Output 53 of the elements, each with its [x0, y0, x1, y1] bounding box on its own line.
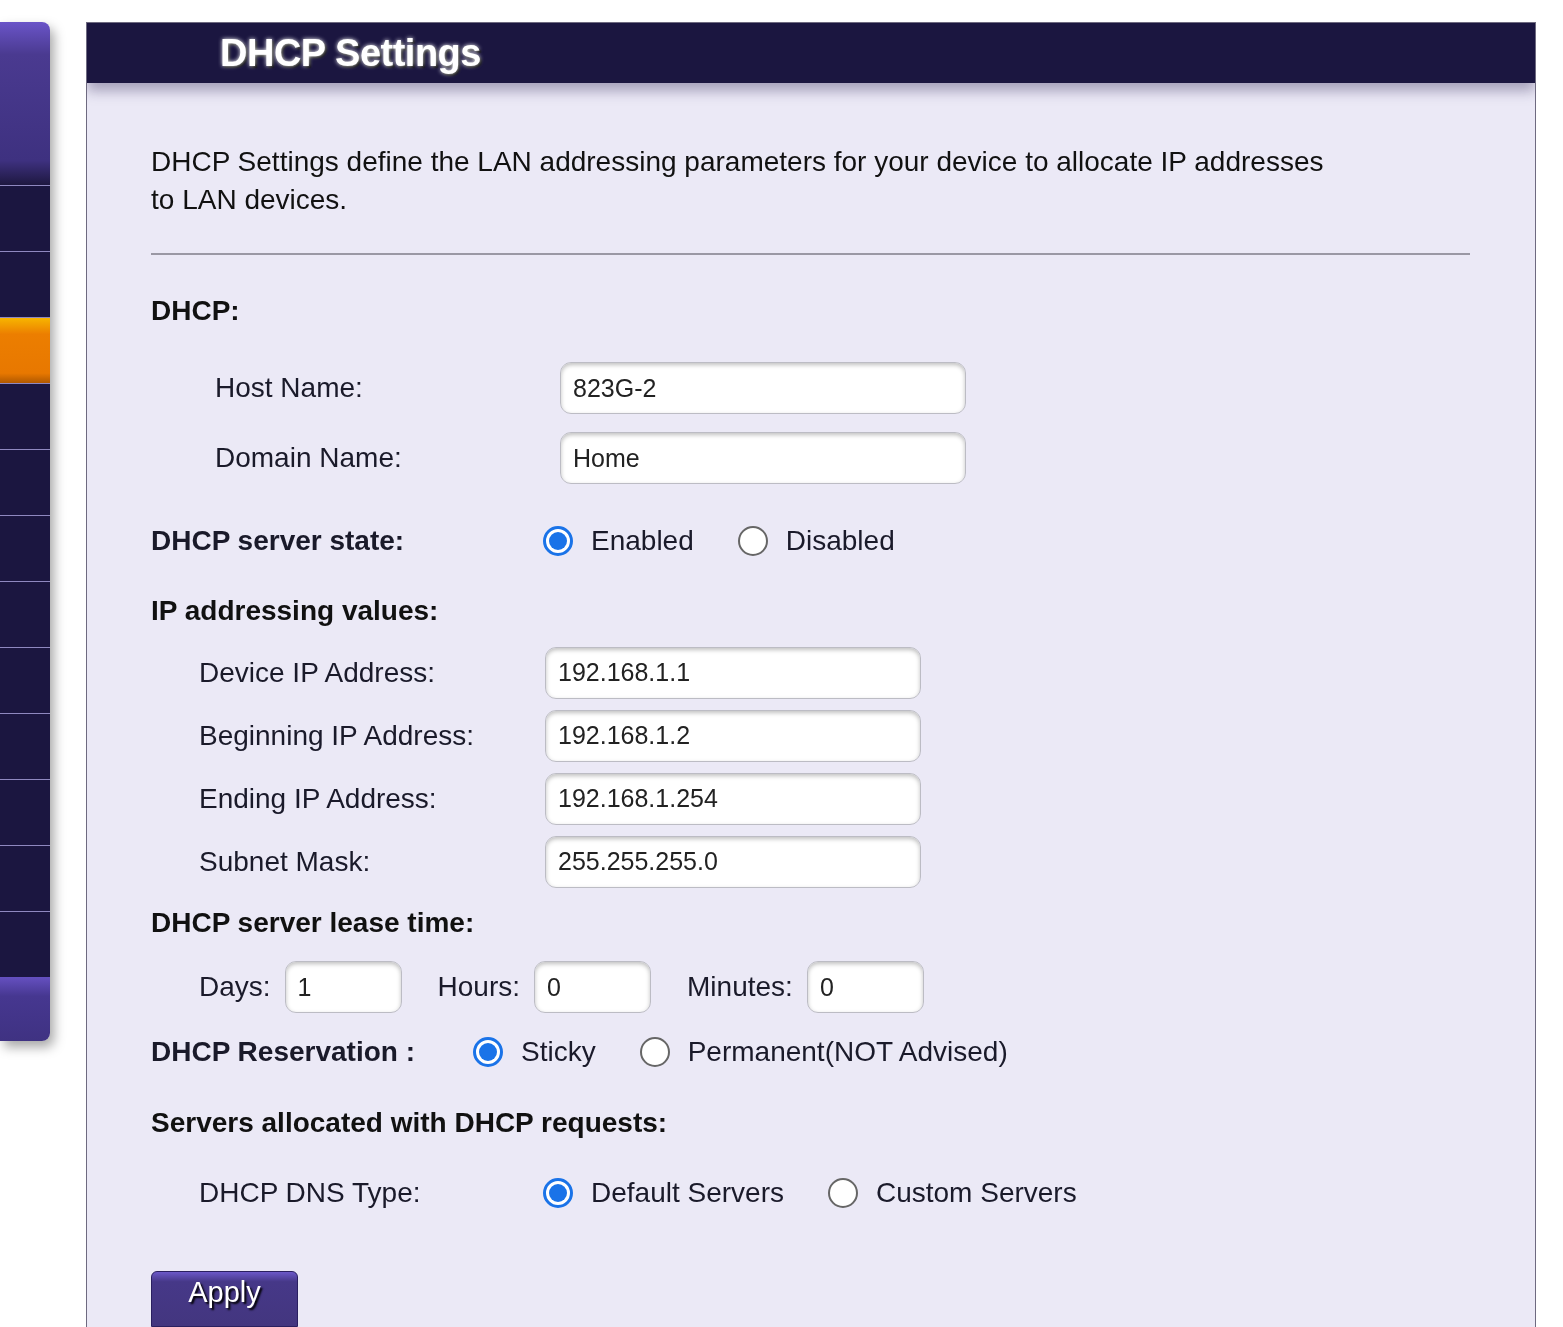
option-label[interactable]: Permanent(NOT Advised)	[687, 1036, 1008, 1068]
input-field[interactable]: 192.168.1.254	[545, 772, 921, 825]
field-label: Hours:	[437, 971, 521, 1003]
field-label: Ending IP Address:	[199, 782, 438, 815]
input-field[interactable]: 192.168.1.1	[545, 646, 921, 699]
menu-item[interactable]	[0, 515, 50, 581]
field-label: Minutes:	[687, 971, 793, 1003]
input-field[interactable]: 192.168.1.2	[545, 709, 921, 762]
input-field[interactable]: 1	[284, 961, 402, 1013]
menu-item[interactable]	[0, 647, 50, 713]
option-label[interactable]: Disabled	[785, 525, 895, 557]
menu-item[interactable]	[0, 713, 50, 779]
field-label: Host Name:	[215, 372, 364, 404]
menu-item[interactable]	[0, 383, 50, 449]
option-label[interactable]: Enabled	[591, 525, 694, 557]
radio-button[interactable]	[639, 1037, 670, 1067]
apply-button[interactable]: Apply	[151, 1271, 298, 1327]
option-label[interactable]: Sticky	[521, 1036, 596, 1068]
field-label: Subnet Mask:	[199, 845, 372, 878]
radio-button[interactable]	[543, 526, 573, 556]
menu-item[interactable]	[0, 185, 50, 251]
input-field[interactable]: 0	[534, 961, 652, 1013]
section-heading: DHCP server state:	[151, 525, 406, 557]
section-heading: DHCP server lease time:	[151, 906, 476, 940]
radio-button[interactable]	[737, 526, 768, 556]
input-field[interactable]: 0	[806, 961, 924, 1013]
option-label[interactable]: Default Servers	[591, 1177, 784, 1209]
field-label: Device IP Address:	[199, 656, 437, 689]
menu-item[interactable]	[0, 845, 50, 911]
field-label: DHCP DNS Type:	[199, 1177, 422, 1209]
field-label: Domain Name:	[215, 442, 403, 474]
menu-item[interactable]	[0, 251, 50, 317]
option-label[interactable]: Custom Servers	[875, 1177, 1077, 1209]
menu-item[interactable]	[0, 581, 50, 647]
input-field[interactable]: 255.255.255.0	[545, 835, 921, 888]
radio-button[interactable]	[473, 1037, 503, 1067]
field-label: Days:	[199, 971, 271, 1003]
section-heading: Servers allocated with DHCP requests:	[151, 1106, 669, 1140]
panel-title: DHCP Settings	[220, 31, 481, 75]
input-field[interactable]: 823G-2	[560, 362, 966, 414]
description-text: DHCP Settings define the LAN addressing parameters for your device to allocate IP addresses to LAN devices.	[151, 145, 1325, 217]
field-label: Beginning IP Address:	[199, 719, 475, 752]
menu-item[interactable]	[0, 449, 50, 515]
section-heading: IP addressing values:	[151, 594, 440, 628]
radio-button[interactable]	[543, 1178, 573, 1208]
input-field[interactable]: Home	[560, 432, 966, 484]
menu-item[interactable]	[0, 779, 50, 845]
menu-footer	[0, 977, 50, 1041]
section-heading: DHCP Reservation :	[151, 1036, 416, 1068]
menu-item[interactable]	[0, 911, 50, 977]
menu-item[interactable]	[0, 317, 50, 383]
section-heading: DHCP:	[151, 294, 241, 328]
radio-button[interactable]	[827, 1178, 858, 1208]
